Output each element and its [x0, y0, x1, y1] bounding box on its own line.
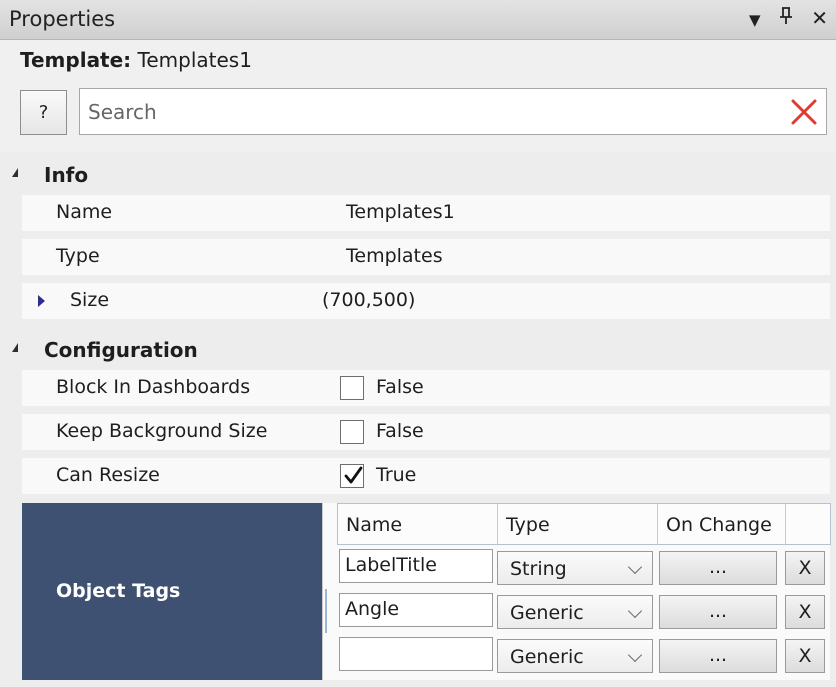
search-box: [79, 88, 827, 135]
chevron-down-icon: [627, 603, 643, 619]
object-tags-table: Name Type On Change LabelTitle String ..…: [322, 503, 831, 680]
block-in-dashboards-checkbox[interactable]: [340, 376, 364, 400]
property-row-keep-background-size: Keep Background Size False: [22, 414, 830, 450]
table-row: Angle Generic ... X: [325, 589, 831, 633]
tag-type-select[interactable]: Generic: [497, 639, 653, 673]
template-line: Template: Templates1: [20, 48, 252, 72]
category-label: Info: [44, 163, 89, 187]
table-header: Name Type On Change: [337, 503, 831, 545]
on-change-button[interactable]: ...: [659, 551, 777, 585]
dropdown-icon[interactable]: ▼: [749, 11, 761, 29]
property-row-name[interactable]: Name Templates1: [22, 195, 830, 231]
property-row-size[interactable]: Size (700,500): [22, 283, 830, 319]
pin-icon[interactable]: [779, 6, 793, 30]
collapse-triangle-icon[interactable]: [12, 168, 18, 177]
title-bar: Properties ▼ ✕: [0, 0, 836, 40]
collapse-triangle-icon[interactable]: [12, 343, 18, 352]
tag-name-input[interactable]: [339, 637, 493, 671]
property-label: Block In Dashboards: [56, 376, 251, 398]
checkmark-icon: [344, 466, 363, 484]
property-label: Size: [70, 289, 110, 311]
close-icon[interactable]: ✕: [811, 6, 828, 30]
property-row-block-in-dashboards: Block In Dashboards False: [22, 370, 830, 406]
search-input[interactable]: [86, 97, 740, 127]
property-value: False: [376, 376, 424, 398]
property-row-can-resize: Can Resize True: [22, 458, 830, 494]
delete-row-button[interactable]: X: [785, 551, 825, 585]
chevron-down-icon: [627, 559, 643, 575]
column-header-name[interactable]: Name: [338, 504, 498, 544]
delete-row-button[interactable]: X: [785, 595, 825, 629]
panel-title: Properties: [9, 7, 116, 31]
window-controls: ▼ ✕: [737, 6, 828, 30]
on-change-button[interactable]: ...: [659, 639, 777, 673]
help-button[interactable]: ?: [20, 90, 67, 135]
property-grid: Info Name Templates1 Type Templates Size…: [0, 152, 836, 687]
clear-search-icon[interactable]: [790, 98, 818, 126]
property-value: True: [376, 464, 417, 486]
table-row: LabelTitle String ... X: [337, 545, 831, 589]
row-selector[interactable]: [325, 589, 337, 633]
property-label: Keep Background Size: [56, 420, 268, 442]
category-configuration[interactable]: Configuration: [0, 329, 836, 369]
template-value: Templates1: [137, 48, 252, 72]
tag-name-input[interactable]: Angle: [339, 593, 493, 627]
template-label: Template:: [20, 48, 132, 72]
table-row: Generic ... X: [337, 633, 831, 677]
property-label: Name: [56, 201, 113, 223]
property-value: False: [376, 420, 424, 442]
keep-background-size-checkbox[interactable]: [340, 420, 364, 444]
property-value: (700,500): [322, 289, 416, 311]
category-info[interactable]: Info: [0, 154, 836, 194]
tag-type-value: Generic: [510, 602, 584, 624]
tag-type-select[interactable]: String: [497, 551, 653, 585]
object-tags-label: Object Tags: [56, 580, 181, 602]
property-row-type[interactable]: Type Templates: [22, 239, 830, 275]
tag-type-select[interactable]: Generic: [497, 595, 653, 629]
property-label: Type: [56, 245, 100, 267]
delete-row-button[interactable]: X: [785, 639, 825, 673]
property-value: Templates1: [346, 201, 455, 223]
property-value: Templates: [346, 245, 443, 267]
object-tags-cell: Object Tags: [22, 503, 322, 680]
chevron-down-icon: [627, 647, 643, 663]
on-change-button[interactable]: ...: [659, 595, 777, 629]
tag-name-input[interactable]: LabelTitle: [339, 549, 493, 583]
properties-panel: Properties ▼ ✕ Template: Templates1 ? In…: [0, 0, 836, 687]
column-header-on-change[interactable]: On Change: [658, 504, 786, 544]
category-label: Configuration: [44, 338, 198, 362]
tag-type-value: Generic: [510, 646, 584, 668]
can-resize-checkbox[interactable]: [340, 464, 364, 488]
property-label: Can Resize: [56, 464, 160, 486]
column-header-type[interactable]: Type: [498, 504, 658, 544]
expand-arrow-icon[interactable]: [38, 295, 45, 307]
tag-type-value: String: [510, 558, 567, 580]
